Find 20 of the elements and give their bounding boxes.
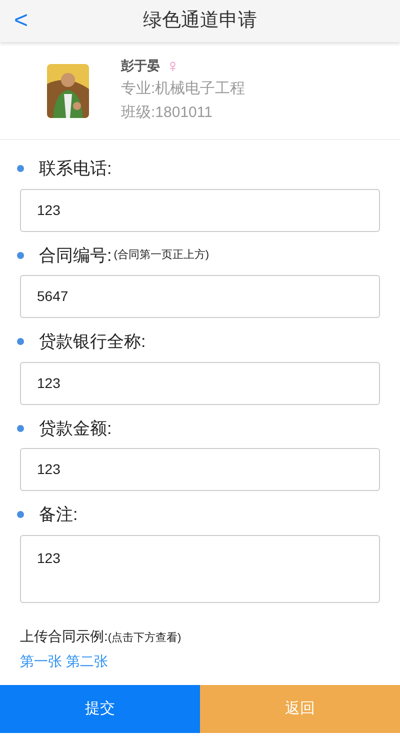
example-label: 上传合同示例:	[20, 626, 108, 646]
remark-field[interactable]: 123	[20, 534, 380, 602]
major-text: 专业:机械电子工程	[121, 78, 246, 99]
input-field[interactable]: 123	[20, 362, 380, 404]
field-label: 合同编号:	[39, 244, 112, 266]
field-label: 备注:	[39, 504, 78, 526]
input-field[interactable]: 5647	[20, 275, 380, 318]
submit-button[interactable]: 提交	[0, 685, 200, 733]
gender-symbol: ♀	[166, 57, 180, 75]
field-label: 联系电话:	[39, 158, 112, 180]
page-title: 绿色通道申请	[143, 8, 257, 33]
back-button[interactable]: <	[14, 9, 28, 33]
class-text: 班级:1801011	[121, 103, 214, 124]
input-field[interactable]: 123	[20, 188, 380, 232]
field-label: 贷款金额:	[39, 418, 112, 440]
example-hint: (点击下方查看)	[108, 630, 182, 646]
student-name: 彭于晏	[121, 57, 160, 76]
field-label: 贷款银行全称:	[39, 331, 146, 353]
input-field[interactable]: 123	[20, 448, 380, 491]
field-hint: (合同第一页正上方)	[114, 248, 210, 263]
